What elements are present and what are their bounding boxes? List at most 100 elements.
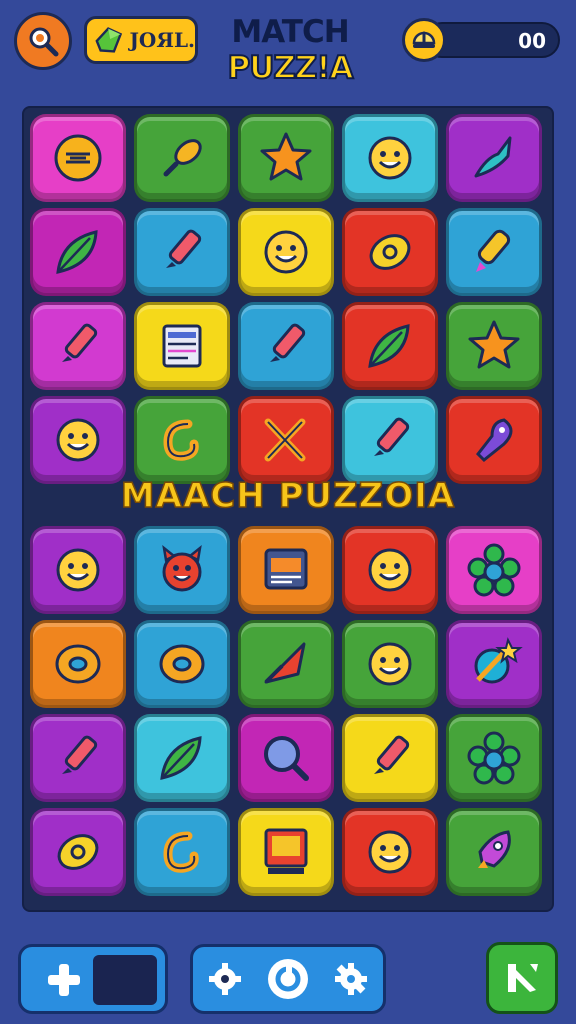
hint-button[interactable] bbox=[486, 942, 558, 1014]
tile-r8-c5[interactable] bbox=[446, 808, 542, 896]
add-button[interactable] bbox=[29, 955, 99, 1005]
tile-r2-c1[interactable] bbox=[30, 208, 126, 296]
tile-r6-c2[interactable] bbox=[134, 620, 230, 708]
tile-r6-c4[interactable] bbox=[342, 620, 438, 708]
tile-r1-c3[interactable] bbox=[238, 114, 334, 202]
marker-icon bbox=[374, 417, 410, 456]
refresh-icon bbox=[267, 959, 308, 999]
marker-icon bbox=[62, 323, 98, 362]
top-bar: JOЯL. MATCH PUZZ!A 00 bbox=[0, 0, 576, 100]
gear-icon bbox=[335, 963, 368, 995]
bottom-toolbar bbox=[190, 944, 386, 1014]
tile-r7-c1[interactable] bbox=[30, 714, 126, 802]
flower-icon bbox=[467, 543, 521, 597]
tile-r5-c4[interactable] bbox=[342, 526, 438, 614]
tile-r6-c1[interactable] bbox=[30, 620, 126, 708]
tile-r8-c1[interactable] bbox=[30, 808, 126, 896]
leaf-icon bbox=[368, 324, 410, 368]
smiley-face-icon bbox=[56, 418, 100, 462]
tile-r4-c3[interactable] bbox=[238, 396, 334, 484]
search-icon bbox=[264, 736, 309, 781]
tile-r3-c2[interactable] bbox=[134, 302, 230, 390]
tile-r2-c5[interactable] bbox=[446, 208, 542, 296]
tile-r2-c3[interactable] bbox=[238, 208, 334, 296]
star-icon bbox=[260, 132, 312, 181]
refresh-button[interactable] bbox=[266, 957, 310, 1001]
lemon-icon bbox=[57, 834, 99, 870]
bottom-left-panel bbox=[18, 944, 168, 1014]
tile-r6-c3[interactable] bbox=[238, 620, 334, 708]
score-display: 00 bbox=[402, 18, 562, 62]
tile-r1-c4[interactable] bbox=[342, 114, 438, 202]
devil-face-icon bbox=[162, 544, 202, 592]
tile-r3-c3[interactable] bbox=[238, 302, 334, 390]
score-value: 00 bbox=[518, 29, 546, 53]
crossed-tools-icon bbox=[264, 418, 306, 462]
window-icon bbox=[264, 548, 308, 590]
tile-r3-c1[interactable] bbox=[30, 302, 126, 390]
crayon-icon bbox=[476, 229, 511, 272]
flower-icon bbox=[467, 731, 521, 785]
gear-icon bbox=[208, 963, 241, 995]
inventory-slot[interactable] bbox=[93, 955, 157, 1005]
tile-r7-c4[interactable] bbox=[342, 714, 438, 802]
pennant-icon bbox=[264, 642, 306, 684]
tile-r7-c5[interactable] bbox=[446, 714, 542, 802]
swirl-icon bbox=[163, 419, 199, 461]
tile-r5-c1[interactable] bbox=[30, 526, 126, 614]
game-title: MATCH PUZZ!A bbox=[200, 14, 380, 87]
tile-r5-c3[interactable] bbox=[238, 526, 334, 614]
tile-r1-c2[interactable] bbox=[134, 114, 230, 202]
magic-wand-icon bbox=[474, 637, 523, 684]
smiley-face-icon bbox=[368, 548, 412, 592]
plus-icon bbox=[48, 964, 80, 996]
leaf-icon bbox=[56, 230, 98, 274]
tile-r5-c2[interactable] bbox=[134, 526, 230, 614]
tile-r4-c1[interactable] bbox=[30, 396, 126, 484]
tile-r2-c2[interactable] bbox=[134, 208, 230, 296]
tile-r4-c2[interactable] bbox=[134, 396, 230, 484]
settings-button-left[interactable] bbox=[203, 957, 247, 1001]
donut-icon bbox=[55, 644, 101, 684]
donut-icon bbox=[159, 644, 205, 684]
tile-r3-c5[interactable] bbox=[446, 302, 542, 390]
tile-r6-c5[interactable] bbox=[446, 620, 542, 708]
tile-r2-c4[interactable] bbox=[342, 208, 438, 296]
tile-r4-c4[interactable] bbox=[342, 396, 438, 484]
squid-icon bbox=[476, 418, 513, 463]
tile-r7-c3[interactable] bbox=[238, 714, 334, 802]
leaf-pin-icon bbox=[163, 139, 202, 177]
smiley-face-icon bbox=[264, 230, 308, 274]
tile-r8-c4[interactable] bbox=[342, 808, 438, 896]
wand-icon bbox=[508, 964, 538, 992]
monitor-icon bbox=[264, 828, 308, 874]
timer-icon bbox=[402, 18, 446, 62]
rocket-icon bbox=[478, 830, 511, 868]
coins-label: JOЯL. bbox=[129, 28, 195, 52]
settings-button-right[interactable] bbox=[329, 957, 373, 1001]
marker-icon bbox=[166, 229, 202, 268]
tile-r7-c2[interactable] bbox=[134, 714, 230, 802]
lemon-icon bbox=[369, 234, 411, 270]
smiley-face-icon bbox=[368, 642, 412, 686]
coins-counter[interactable]: JOЯL. bbox=[84, 16, 198, 64]
tile-r5-c5[interactable] bbox=[446, 526, 542, 614]
tile-r3-c4[interactable] bbox=[342, 302, 438, 390]
bird-icon bbox=[474, 136, 512, 178]
search-button[interactable] bbox=[14, 12, 72, 70]
marker-icon bbox=[374, 735, 410, 774]
tile-r4-c5[interactable] bbox=[446, 396, 542, 484]
gem-icon bbox=[95, 27, 123, 53]
tile-r8-c2[interactable] bbox=[134, 808, 230, 896]
smiley-face-icon bbox=[368, 136, 412, 180]
smiley-face-icon bbox=[56, 548, 100, 592]
board-banner: MAACH PUZZOIA bbox=[120, 475, 456, 517]
text-badge-icon bbox=[54, 134, 102, 182]
tile-r1-c1[interactable] bbox=[30, 114, 126, 202]
title-line-2: PUZZ!A bbox=[227, 49, 355, 87]
tile-r1-c5[interactable] bbox=[446, 114, 542, 202]
search-icon bbox=[29, 27, 59, 57]
tile-r8-c3[interactable] bbox=[238, 808, 334, 896]
star-icon bbox=[468, 320, 520, 369]
swirl-icon bbox=[163, 831, 199, 873]
